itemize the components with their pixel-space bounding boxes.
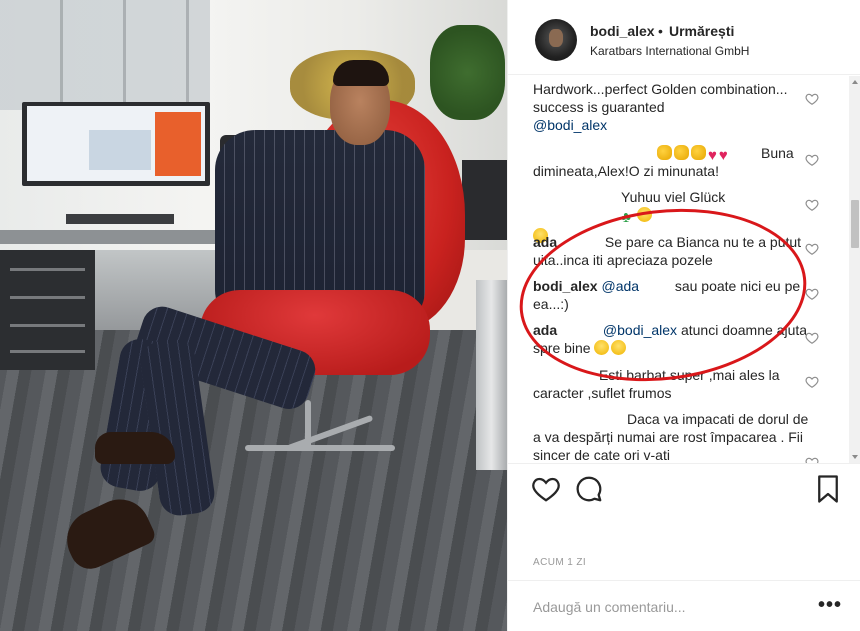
comment-text: Buna dimineata,Alex!O zi minunata! — [533, 145, 794, 179]
bookmark-icon[interactable] — [813, 474, 843, 504]
comment-item: Daca va impacati de dorul de a va despăr… — [533, 410, 811, 463]
like-comment-icon[interactable] — [805, 375, 819, 389]
photo-screen-banner — [155, 112, 201, 176]
like-comment-icon[interactable] — [805, 153, 819, 167]
photo-screen — [27, 106, 205, 181]
post-side-panel: bodi_alex • Urmărești Karatbars Internat… — [507, 0, 860, 631]
likes-area — [533, 513, 833, 553]
like-comment-icon[interactable] — [805, 242, 819, 256]
photo-person-hair — [333, 60, 389, 86]
comment-text: Yuhuu viel Glück — [621, 189, 726, 205]
comment-text: Hardwork...perfect Golden combination...… — [533, 81, 788, 115]
like-comment-icon[interactable] — [805, 198, 819, 212]
follow-status-button[interactable]: Urmărești — [669, 23, 734, 39]
scroll-down-arrow[interactable] — [852, 455, 858, 459]
post-username[interactable]: bodi_alex — [590, 23, 655, 39]
photo-shoe — [95, 432, 175, 464]
comment-item: bodi_alex @ada sau poate nici eu pe ea..… — [533, 277, 811, 313]
smile-emoji — [611, 340, 627, 355]
comment-text-block: Buna dimineata,Alex!O zi minunata! — [533, 144, 811, 180]
comment-mention[interactable]: @ada — [601, 278, 639, 294]
comment-text: Daca va impacati de dorul de a va despăr… — [533, 411, 809, 463]
comment-text: Esti barbat super ,mai ales la caracter … — [533, 367, 780, 401]
like-comment-icon[interactable] — [805, 331, 819, 345]
like-comment-icon[interactable] — [805, 287, 819, 301]
avatar[interactable] — [535, 19, 577, 61]
post-header: bodi_alex • Urmărești Karatbars Internat… — [508, 0, 860, 75]
comment-item: Esti barbat super ,mai ales la caracter … — [533, 366, 811, 402]
photo-pole — [476, 280, 507, 470]
photo-window — [0, 0, 210, 110]
smile-emoji — [594, 340, 610, 355]
heart-icon[interactable] — [531, 474, 561, 504]
photo-sofa-right — [462, 160, 507, 240]
comment-item: Hardwork...perfect Golden combination...… — [533, 80, 811, 134]
photo-chair-base — [245, 400, 395, 480]
photo-desk — [0, 230, 230, 244]
photo-keyboard — [66, 214, 174, 224]
comments-scrollbar[interactable] — [849, 76, 860, 463]
add-comment-bar: ••• — [508, 580, 860, 631]
post-photo[interactable] — [0, 0, 507, 631]
photo-plant — [430, 25, 505, 120]
separator-dot: • — [658, 23, 663, 39]
clover-emoji: ♣ — [621, 209, 631, 226]
post-timestamp[interactable]: ACUM 1 ZI — [533, 557, 586, 568]
comment-author[interactable]: bodi_alex — [533, 278, 598, 294]
like-comment-icon[interactable] — [805, 92, 819, 106]
smile-emoji — [636, 207, 652, 222]
photo-cabinet — [0, 250, 95, 370]
comment-item: ada @bodi_alex atunci doamne ajuta spre … — [533, 321, 811, 357]
comments-list[interactable]: Hardwork...perfect Golden combination...… — [508, 76, 847, 463]
comment-text: Se pare ca Bianca nu te a putut uita..in… — [533, 234, 802, 268]
photo-screen-ad — [89, 130, 151, 170]
post-actions-bar — [508, 463, 860, 513]
scroll-up-arrow[interactable] — [852, 80, 858, 84]
comment-author[interactable]: ada — [533, 234, 557, 250]
more-options-icon[interactable]: ••• — [818, 595, 842, 615]
comment-mention[interactable]: @bodi_alex — [533, 117, 607, 133]
post-location[interactable]: Karatbars International GmbH — [590, 44, 749, 58]
comment-author[interactable]: ada — [533, 322, 557, 338]
comment-icon[interactable] — [574, 474, 604, 504]
comment-item: ada Se pare ca Bianca nu te a putut uita… — [533, 233, 811, 269]
add-comment-input[interactable] — [533, 596, 803, 618]
scrollbar-thumb[interactable] — [851, 200, 859, 248]
comment-mention[interactable]: @bodi_alex — [603, 322, 677, 338]
like-comment-icon[interactable] — [805, 456, 819, 463]
